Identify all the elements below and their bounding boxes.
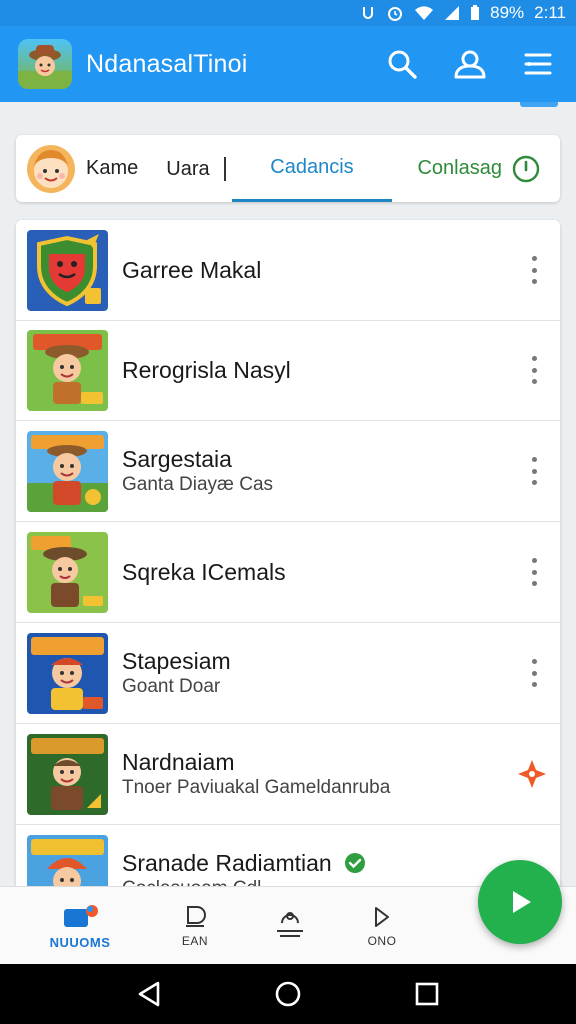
more-vert-icon (531, 356, 537, 361)
game-thumbnail (27, 633, 108, 714)
verified-icon (345, 853, 366, 873)
game-thumbnail (27, 230, 108, 311)
filter-bar: Kame Uara Cadancis Conlasag (16, 135, 560, 202)
game-thumbnail (27, 431, 108, 512)
clock: 2:11 (534, 3, 566, 22)
game-title: Garree Makal (122, 257, 262, 283)
list-item-texts: Nardnaiam Tnoer Paviuakal Gameldanruba (122, 724, 390, 824)
game-title: Sranade Radiamtian (122, 849, 366, 877)
app-bar: Ndanasal​Tinoi (0, 26, 576, 102)
clock-check-icon (512, 155, 540, 182)
more-options-button[interactable] (524, 659, 544, 687)
game-subtitle: Ganta Diayæ Cas (122, 474, 274, 495)
alarm-icon (386, 4, 404, 22)
more-vert-icon (531, 659, 537, 664)
game-title: Sargestaia (122, 446, 232, 472)
list-item[interactable]: Nardnaiam Tnoer Paviuakal Gameldanruba (16, 724, 560, 825)
menu-indicator (520, 102, 558, 107)
list-item-texts: Garree Makal (122, 220, 261, 320)
back-icon (139, 981, 160, 1007)
filter-input[interactable]: Uara (166, 156, 227, 181)
list-item[interactable]: Sqreka ICemals (16, 522, 560, 623)
play-icon (513, 891, 531, 913)
app-title: Ndanasal​Tinoi (86, 49, 248, 78)
home-icon (275, 981, 301, 1007)
status-toggle[interactable]: Conlasag (417, 135, 540, 202)
app-logo (18, 39, 72, 89)
sparkle-icon (518, 760, 546, 788)
list-item-texts: Rerogrisla Nasyl (122, 320, 291, 420)
nav-item-home[interactable]: NUUOMS (35, 887, 125, 965)
more-options-button[interactable] (524, 256, 544, 284)
back-button[interactable] (125, 970, 173, 1018)
more-vert-icon (531, 558, 537, 563)
game-thumbnail (27, 734, 108, 815)
recents-button[interactable] (403, 970, 451, 1018)
list-item-texts: Sargestaia Ganta Diayæ Cas (122, 421, 273, 521)
nav-item-profile[interactable] (245, 887, 335, 965)
game-title: Rerogrisla Nasyl (122, 357, 291, 383)
list-item[interactable]: Rerogrisla Nasyl (16, 320, 560, 421)
more-vert-icon (531, 256, 537, 261)
battery-icon (470, 5, 480, 21)
menu-button[interactable] (518, 44, 558, 84)
more-options-button[interactable] (524, 356, 544, 384)
nav-item-ean[interactable]: EAN (150, 887, 240, 965)
more-options-button[interactable] (524, 457, 544, 485)
nav-label: ONO (367, 934, 397, 948)
wifi-icon (414, 5, 434, 21)
game-title: Stapesiam (122, 648, 231, 674)
status-bar: 89% 2:11 (0, 0, 576, 26)
profile-button[interactable] (450, 44, 490, 84)
game-subtitle: Goant Doar (122, 676, 221, 697)
nav-label: NUUOMS (49, 934, 111, 950)
list-item[interactable]: Sranade Radiamtian Coclasuoam Cdl (16, 825, 560, 890)
tab-cadancis[interactable]: Cadancis (232, 135, 392, 202)
more-vert-icon (531, 457, 537, 462)
list-item[interactable]: Garree Makal (16, 220, 560, 321)
nav-item-ono[interactable]: ONO (337, 887, 427, 965)
list-item[interactable]: Stapesiam Goant Doar (16, 623, 560, 724)
status-label: Conlasag (417, 157, 502, 179)
game-title: Nardnaiam (122, 749, 235, 775)
apps-icon (64, 904, 98, 927)
game-thumbnail (27, 835, 108, 890)
user-name: Kame (86, 157, 139, 179)
more-options-button[interactable] (524, 558, 544, 586)
play-fab[interactable] (478, 860, 562, 944)
search-button[interactable] (382, 44, 422, 84)
battery-percent: 89% (490, 3, 525, 22)
list-item-texts: Stapesiam Goant Doar (122, 623, 231, 723)
game-title: Sqreka ICemals (122, 559, 286, 585)
game-list: Garree Makal Rerogrisla Nasyl Sargestaia… (16, 220, 560, 890)
user-avatar[interactable] (26, 144, 76, 194)
recents-icon (415, 982, 438, 1006)
game-thumbnail (27, 330, 108, 411)
document-icon (186, 906, 206, 927)
signal-icon (444, 5, 460, 21)
search-icon (388, 50, 417, 79)
list-item-texts: Sranade Radiamtian Coclasuoam Cdl (122, 825, 366, 890)
user-icon (277, 912, 303, 937)
play-outline-icon (375, 907, 389, 927)
game-title-text: Sranade Radiamtian (122, 850, 332, 876)
list-item[interactable]: Sargestaia Ganta Diayæ Cas (16, 421, 560, 522)
menu-icon (524, 53, 552, 75)
home-button[interactable] (264, 970, 312, 1018)
notification-icon (360, 5, 376, 21)
featured-badge (516, 758, 548, 795)
game-subtitle: Tnoer Paviuakal Gameldanruba (122, 777, 391, 798)
nav-label: EAN (181, 934, 209, 948)
game-thumbnail (27, 532, 108, 613)
user-cloud-icon (454, 50, 486, 79)
list-item-texts: Sqreka ICemals (122, 522, 286, 622)
system-navigation (0, 964, 576, 1024)
